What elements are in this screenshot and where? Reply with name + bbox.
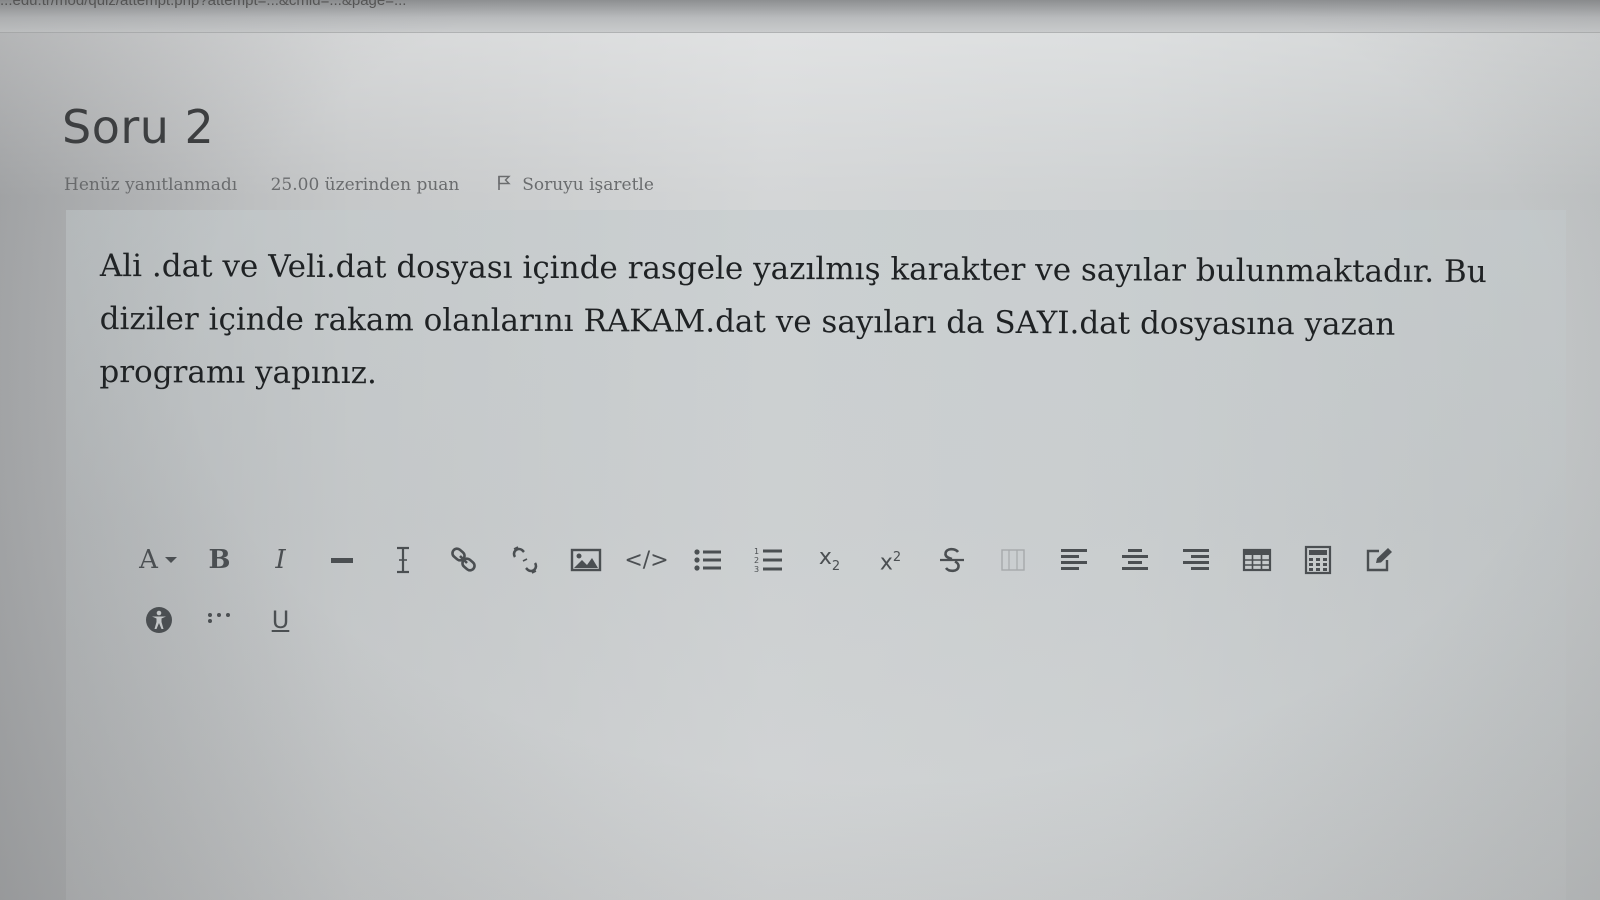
- more-options-button[interactable]: [189, 600, 250, 640]
- quiz-page: ...edu.tr/mod/quiz/attempt.php?attempt=.…: [0, 0, 1600, 900]
- question-info-row: Henüz yanıtlanmadı 25.00 üzerinden puan …: [64, 174, 654, 195]
- svg-text:1: 1: [754, 547, 759, 556]
- align-right-icon: [1182, 549, 1209, 570]
- align-left-button[interactable]: [1043, 540, 1104, 580]
- bold-button[interactable]: B: [189, 540, 250, 580]
- strikethrough-button[interactable]: [921, 540, 982, 580]
- question-title: Soru 2: [62, 100, 215, 154]
- equation-button[interactable]: [1287, 540, 1348, 580]
- browser-address-strip: ...edu.tr/mod/quiz/attempt.php?attempt=.…: [0, 0, 1600, 33]
- superscript-base: x: [879, 550, 893, 576]
- font-style-button[interactable]: A: [128, 540, 189, 580]
- answer-editor-area[interactable]: [120, 650, 1480, 880]
- code-icon: </>: [624, 547, 669, 573]
- more-dots-icon: [207, 613, 230, 623]
- italic-icon: I: [275, 545, 286, 575]
- html-code-button[interactable]: </>: [616, 540, 677, 580]
- question-points: 25.00 üzerinden puan: [270, 174, 460, 195]
- strikethrough-icon: [939, 547, 964, 573]
- flag-icon: [497, 176, 511, 191]
- editor-toolbar-row-1: A B I </> 1 2 3 x2 x2: [128, 540, 1409, 580]
- underline-icon: U: [271, 606, 290, 634]
- align-left-icon: [1060, 549, 1087, 570]
- subscript-icon: x2: [819, 545, 840, 574]
- unordered-list-button[interactable]: [677, 540, 738, 580]
- dropdown-caret-icon: [164, 557, 177, 563]
- align-right-button[interactable]: [1165, 540, 1226, 580]
- subscript-index: 2: [831, 558, 841, 574]
- flag-question-link[interactable]: Soruyu işaretle: [497, 174, 654, 195]
- italic-button[interactable]: I: [250, 540, 311, 580]
- superscript-button[interactable]: x2: [860, 540, 921, 580]
- editor-toolbar-row-2: U: [128, 600, 311, 640]
- url-fragment[interactable]: ...edu.tr/mod/quiz/attempt.php?attempt=.…: [0, 0, 406, 9]
- ordered-list-icon: 1 2 3: [754, 547, 782, 574]
- question-text: Ali .dat ve Veli.dat dosyası içinde rasg…: [99, 247, 1487, 392]
- image-button[interactable]: [555, 540, 616, 580]
- edit-icon: [1366, 548, 1392, 572]
- special-char-button[interactable]: [982, 540, 1043, 580]
- superscript-icon: x2: [880, 545, 901, 575]
- horizontal-rule-button[interactable]: [311, 540, 372, 580]
- accessibility-checker-button[interactable]: [128, 600, 189, 640]
- clear-formatting-button[interactable]: [372, 540, 433, 580]
- link-button[interactable]: [433, 540, 494, 580]
- svg-text:3: 3: [754, 565, 759, 574]
- svg-text:2: 2: [754, 556, 759, 565]
- superscript-index: 2: [892, 549, 902, 565]
- bold-icon: B: [208, 545, 231, 575]
- subscript-button[interactable]: x2: [799, 540, 860, 580]
- accessibility-icon: [145, 607, 172, 633]
- font-style-icon: A: [139, 545, 158, 575]
- unlink-button[interactable]: [494, 540, 555, 580]
- table-button[interactable]: [1226, 540, 1287, 580]
- special-char-icon: [1000, 549, 1025, 571]
- subscript-base: x: [818, 545, 832, 571]
- align-center-button[interactable]: [1104, 540, 1165, 580]
- align-center-icon: [1121, 549, 1148, 570]
- edit-html-button[interactable]: [1348, 540, 1409, 580]
- horizontal-rule-icon: [330, 558, 353, 563]
- clear-formatting-icon: [396, 546, 409, 574]
- link-icon: [450, 547, 476, 572]
- calculator-icon: [1304, 545, 1331, 575]
- unordered-list-icon: [693, 549, 721, 571]
- ordered-list-button[interactable]: 1 2 3: [738, 540, 799, 580]
- unlink-icon: [512, 546, 537, 574]
- question-status: Henüz yanıtlanmadı: [64, 174, 238, 195]
- table-icon: [1242, 548, 1271, 572]
- image-icon: [570, 548, 601, 572]
- underline-button[interactable]: U: [250, 600, 311, 640]
- flag-question-label: Soruyu işaretle: [522, 174, 654, 195]
